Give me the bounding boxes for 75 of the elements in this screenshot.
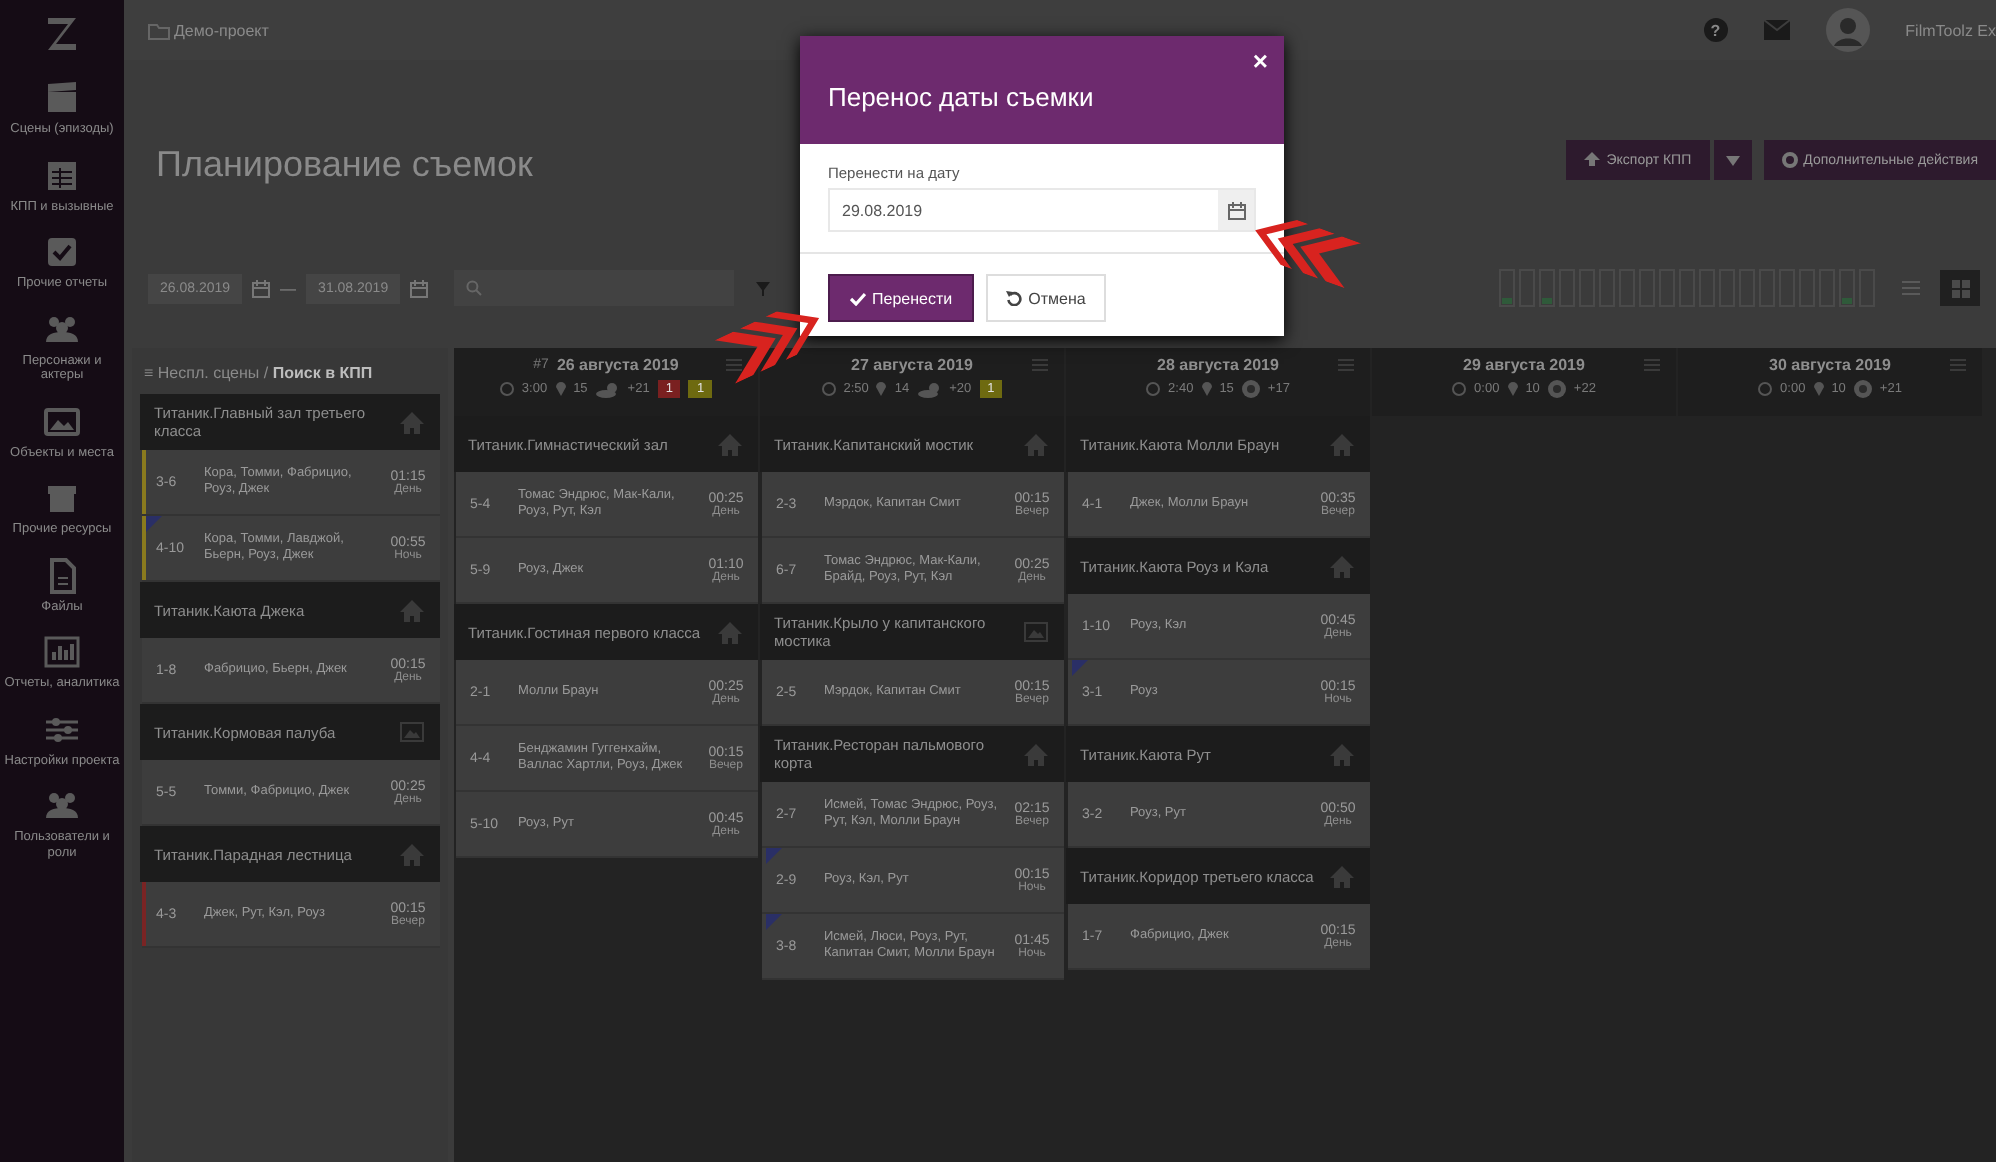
- day-date[interactable]: 26 августа 2019: [556, 356, 679, 374]
- panel-title[interactable]: ≡ Неспл. сцены / Поиск в КПП: [140, 348, 440, 394]
- clock-icon: [499, 382, 514, 396]
- calendar-button[interactable]: [1218, 190, 1254, 230]
- people-icon: [44, 311, 80, 347]
- calendar-icon: [252, 279, 271, 297]
- folder-icon: [148, 21, 170, 39]
- box-icon: [44, 480, 80, 516]
- logo-icon: [44, 12, 80, 52]
- search-icon: [466, 280, 483, 296]
- clock-icon: [1452, 382, 1467, 396]
- clock-icon: [1758, 382, 1773, 396]
- calendar-icon: [410, 279, 429, 297]
- date-input[interactable]: 29.08.2019: [828, 188, 1256, 232]
- search-field[interactable]: [454, 270, 735, 306]
- help-button[interactable]: ?: [1703, 18, 1728, 42]
- gear-icon: [1781, 152, 1798, 168]
- page-title: Планирование съемок: [156, 143, 533, 185]
- house-icon: [1330, 865, 1354, 887]
- upload-icon: [1584, 152, 1601, 168]
- house-icon: [1024, 743, 1048, 765]
- file-icon: [44, 557, 80, 593]
- list-icon: [726, 358, 742, 372]
- house-icon: [400, 843, 424, 865]
- day-date[interactable]: 28 августа 2019: [1157, 356, 1279, 374]
- picture-icon: [44, 403, 80, 439]
- project-link[interactable]: Демо-проект: [148, 21, 269, 39]
- house-icon: [1330, 743, 1354, 765]
- pin-icon: [1507, 382, 1518, 396]
- confirm-button[interactable]: Перенести: [828, 274, 975, 322]
- chart-icon: [44, 634, 80, 670]
- day-date[interactable]: 29 августа 2019: [1463, 356, 1585, 374]
- list-icon: [1338, 358, 1354, 372]
- clock-icon: [821, 382, 836, 396]
- house-icon: [1330, 555, 1354, 577]
- clapperboard-icon: [44, 80, 80, 116]
- pin-icon: [555, 382, 566, 396]
- dialog-title: Перенос даты съемки: [828, 81, 1094, 111]
- list-icon: [1901, 280, 1919, 296]
- check-icon: [850, 291, 866, 305]
- dropdown-button[interactable]: [1713, 140, 1752, 180]
- mail-icon: [1763, 20, 1790, 40]
- date-separator: —: [280, 279, 297, 297]
- grid-icon: [1951, 279, 1969, 297]
- house-icon: [400, 599, 424, 621]
- list-icon: [1950, 358, 1966, 372]
- cloud-sun-icon: [595, 381, 620, 397]
- pin-icon: [876, 382, 887, 396]
- house-icon: [718, 433, 742, 455]
- day-date[interactable]: 30 августа 2019: [1769, 356, 1891, 374]
- user-name[interactable]: FilmToolz Ex: [1905, 21, 1996, 39]
- pin-icon: [1813, 382, 1824, 396]
- house-icon: [718, 621, 742, 643]
- grid-view-button[interactable]: [1940, 270, 1980, 306]
- funnel-icon: [756, 281, 771, 295]
- house-icon: [1330, 433, 1354, 455]
- house-icon: [400, 411, 424, 433]
- table-icon: [44, 157, 80, 193]
- cloud-sun-icon: [917, 381, 942, 397]
- close-button[interactable]: ×: [1252, 46, 1268, 76]
- avatar-icon: [1825, 8, 1870, 52]
- cancel-button[interactable]: Отмена: [986, 274, 1106, 322]
- list-icon: [1644, 358, 1660, 372]
- checkbox-icon: [44, 234, 80, 270]
- people-icon: [44, 788, 80, 824]
- pin-icon: [1201, 382, 1212, 396]
- caret-icon: [1725, 155, 1740, 165]
- day-date[interactable]: 27 августа 2019: [851, 356, 973, 374]
- picture-icon: [1024, 622, 1048, 642]
- picture-icon: [400, 722, 424, 742]
- list-icon: [1032, 358, 1048, 372]
- clock-icon: [1146, 382, 1161, 396]
- calendar-icon: [1227, 201, 1245, 219]
- undo-icon: [1006, 290, 1023, 306]
- house-icon: [1024, 433, 1048, 455]
